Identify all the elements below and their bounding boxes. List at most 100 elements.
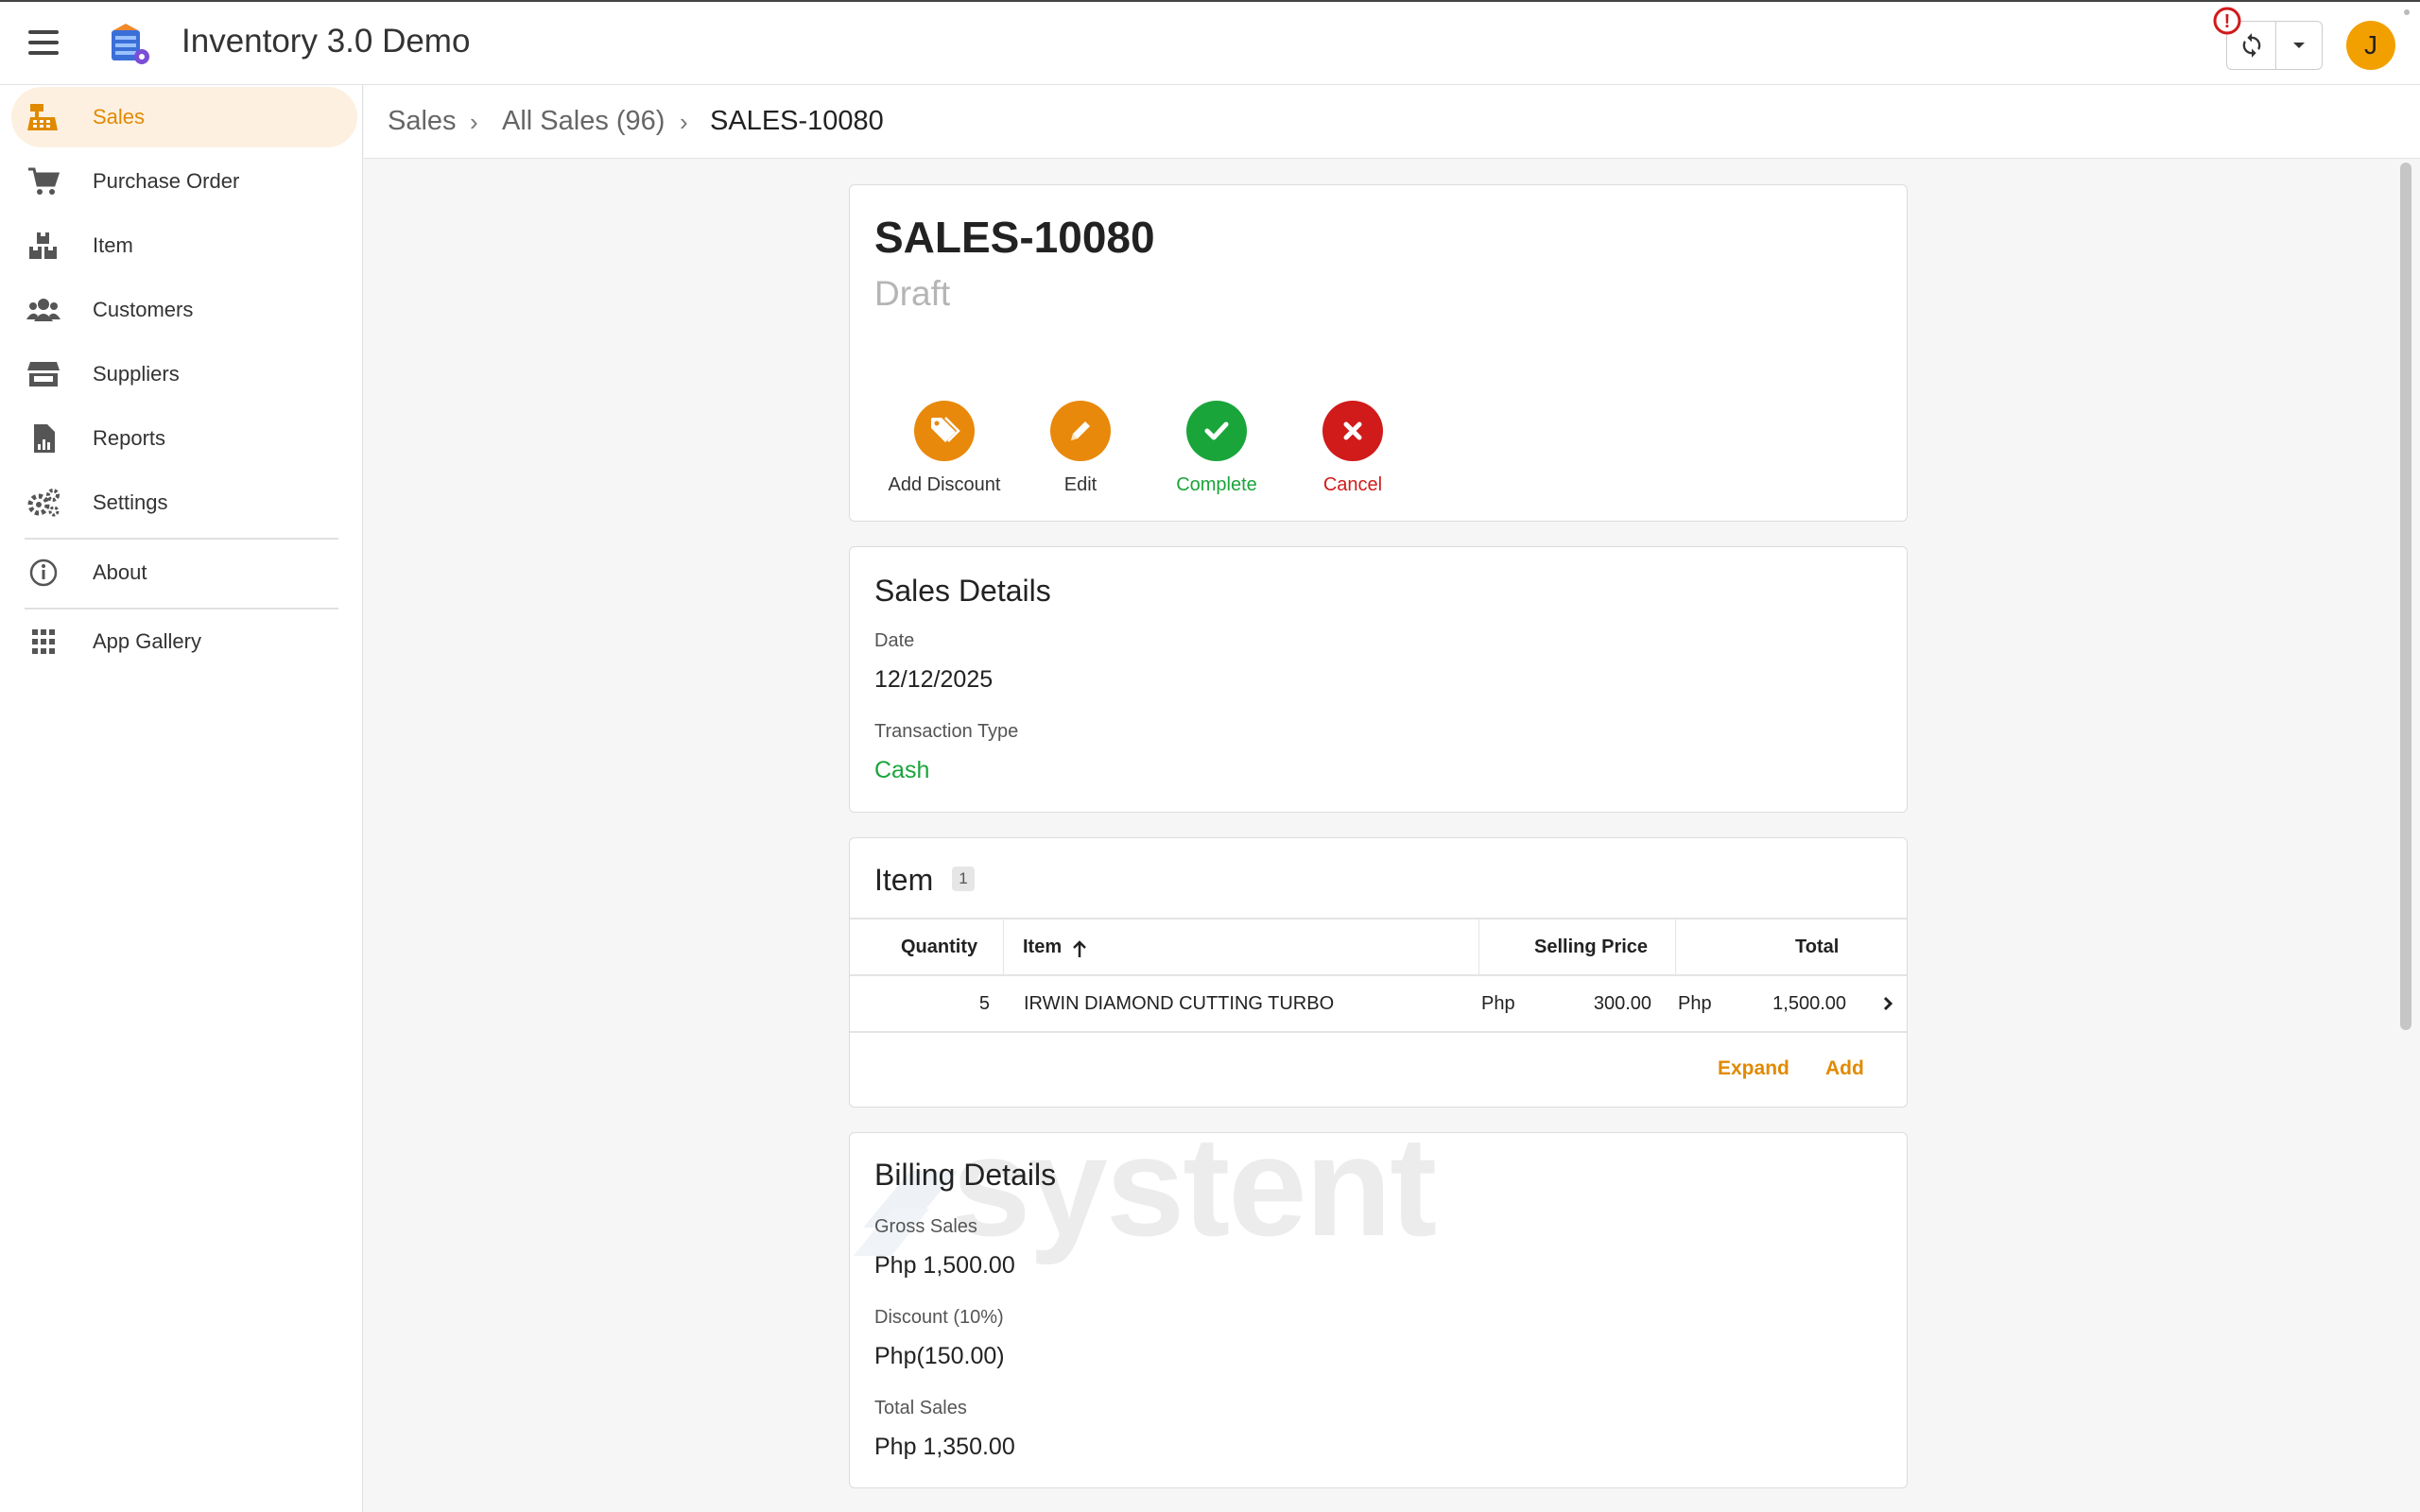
top-app-bar: Inventory 3.0 Demo ! J — [0, 0, 2420, 85]
items-title: Item — [874, 863, 934, 897]
expand-button[interactable]: Expand — [1718, 1057, 1789, 1080]
sidebar-divider — [25, 538, 338, 540]
total-sales-label: Total Sales — [874, 1398, 967, 1418]
breadcrumb-sales[interactable]: Sales — [388, 106, 457, 137]
breadcrumb-separator: › — [680, 108, 688, 136]
column-header-total[interactable]: Total — [1795, 936, 1839, 958]
gears-icon — [27, 489, 60, 517]
sidebar-item-label: Sales — [93, 105, 146, 129]
column-separator — [1478, 919, 1479, 976]
check-icon — [1204, 421, 1229, 440]
breadcrumb-current: SALES-10080 — [710, 106, 884, 136]
info-icon — [29, 558, 58, 587]
cash-register-icon — [27, 104, 58, 130]
items-count-badge: 1 — [952, 867, 975, 891]
main-scrollbar[interactable] — [2397, 161, 2414, 1512]
sidebar-divider — [25, 608, 338, 610]
gross-sales-label: Gross Sales — [874, 1216, 977, 1237]
row-quantity: 5 — [978, 993, 990, 1014]
document-header-card: SALES-10080 Draft Add Discount Edit Comp… — [849, 184, 1908, 522]
sidebar: Sales Purchase Order Item Customers Supp… — [0, 85, 363, 1512]
items-card: Item 1 Quantity Item Selling Price Total… — [849, 837, 1908, 1108]
add-discount-label: Add Discount — [888, 474, 1001, 495]
sidebar-item-purchase-order[interactable]: Purchase Order — [11, 151, 357, 212]
breadcrumb-all-sales[interactable]: All Sales (96) — [502, 106, 665, 137]
document-id: SALES-10080 — [874, 213, 1155, 262]
menu-icon[interactable] — [28, 30, 59, 55]
cart-icon — [28, 167, 60, 195]
date-label: Date — [874, 630, 915, 651]
column-header-item[interactable]: Item — [1023, 936, 1062, 958]
row-item-name: IRWIN DIAMOND CUTTING TURBO — [1024, 993, 1335, 1014]
sort-ascending-icon[interactable] — [1071, 938, 1088, 959]
sidebar-item-label: Reports — [93, 426, 166, 450]
add-discount-button[interactable]: Add Discount — [876, 401, 1012, 496]
store-icon — [27, 362, 60, 387]
tag-icon — [931, 417, 960, 442]
column-header-quantity[interactable]: Quantity — [901, 936, 977, 958]
date-value: 12/12/2025 — [874, 666, 994, 693]
close-icon — [1343, 421, 1362, 440]
sidebar-item-label: Item — [93, 233, 133, 257]
boxes-icon — [29, 232, 57, 259]
gross-sales-value: Php 1,500.00 — [874, 1252, 1015, 1279]
complete-label: Complete — [1176, 474, 1257, 495]
billing-details-card: systent Billing Details Gross Sales Php … — [849, 1132, 1908, 1488]
total-sales-value: Php 1,350.00 — [874, 1434, 1015, 1460]
systent-watermark: systent — [952, 1132, 1437, 1265]
column-header-selling-price[interactable]: Selling Price — [1534, 936, 1648, 958]
corner-indicator — [2404, 9, 2410, 15]
breadcrumb: Sales › All Sales (96) › SALES-10080 — [364, 85, 2420, 159]
sidebar-item-label: App Gallery — [93, 629, 201, 653]
add-item-button[interactable]: Add — [1825, 1057, 1864, 1080]
sidebar-item-label: About — [93, 560, 147, 584]
user-avatar[interactable]: J — [2346, 21, 2395, 70]
row-total: 1,500.00 — [1772, 993, 1846, 1014]
error-alert-icon[interactable]: ! — [2212, 6, 2242, 36]
table-row[interactable]: 5 IRWIN DIAMOND CUTTING TURBO Php 300.00… — [850, 976, 1907, 1033]
column-separator — [1003, 919, 1004, 976]
sidebar-item-suppliers[interactable]: Suppliers — [11, 344, 357, 404]
edit-button[interactable]: Edit — [1012, 401, 1149, 496]
app-title: Inventory 3.0 Demo — [182, 23, 471, 60]
sync-icon — [2242, 33, 2260, 58]
cancel-button[interactable]: Cancel — [1285, 401, 1421, 496]
row-price-currency: Php — [1481, 993, 1515, 1014]
chevron-right-icon[interactable] — [1882, 995, 1893, 1012]
discount-value: Php(150.00) — [874, 1343, 1005, 1369]
sidebar-item-reports[interactable]: Reports — [11, 408, 357, 469]
scrollbar-thumb[interactable] — [2400, 163, 2411, 1030]
svg-text:!: ! — [2224, 11, 2231, 32]
cancel-label: Cancel — [1322, 474, 1383, 495]
discount-label: Discount (10%) — [874, 1307, 1004, 1328]
users-icon — [26, 299, 60, 321]
billing-details-title: Billing Details — [874, 1158, 1057, 1192]
sync-options-dropdown[interactable] — [2276, 22, 2322, 69]
sales-details-title: Sales Details — [874, 574, 1051, 608]
sidebar-item-app-gallery[interactable]: App Gallery — [11, 611, 357, 672]
sidebar-item-label: Settings — [93, 490, 168, 514]
sidebar-item-label: Customers — [93, 298, 194, 321]
breadcrumb-separator: › — [470, 108, 478, 136]
document-status: Draft — [874, 274, 951, 313]
caret-down-icon — [2293, 43, 2305, 48]
app-logo-icon — [112, 24, 149, 64]
report-file-icon — [34, 424, 55, 453]
complete-button[interactable]: Complete — [1149, 401, 1285, 496]
sidebar-item-settings[interactable]: Settings — [11, 472, 357, 533]
sidebar-item-sales[interactable]: Sales — [11, 87, 357, 147]
sidebar-item-item[interactable]: Item — [11, 215, 357, 276]
transaction-type-value: Cash — [874, 757, 930, 783]
column-separator — [1675, 919, 1676, 976]
sidebar-item-label: Suppliers — [93, 362, 180, 386]
items-table-header: Quantity Item Selling Price Total — [850, 918, 1907, 976]
sidebar-item-customers[interactable]: Customers — [11, 280, 357, 340]
grid-icon — [32, 629, 55, 654]
pencil-icon — [1071, 421, 1090, 440]
edit-label: Edit — [1063, 474, 1098, 495]
sidebar-item-label: Purchase Order — [93, 169, 240, 193]
sales-details-card: Sales Details Date 12/12/2025 Transactio… — [849, 546, 1908, 813]
transaction-type-label: Transaction Type — [874, 721, 1019, 742]
sidebar-item-about[interactable]: About — [11, 542, 357, 603]
row-price: 300.00 — [1593, 993, 1651, 1014]
